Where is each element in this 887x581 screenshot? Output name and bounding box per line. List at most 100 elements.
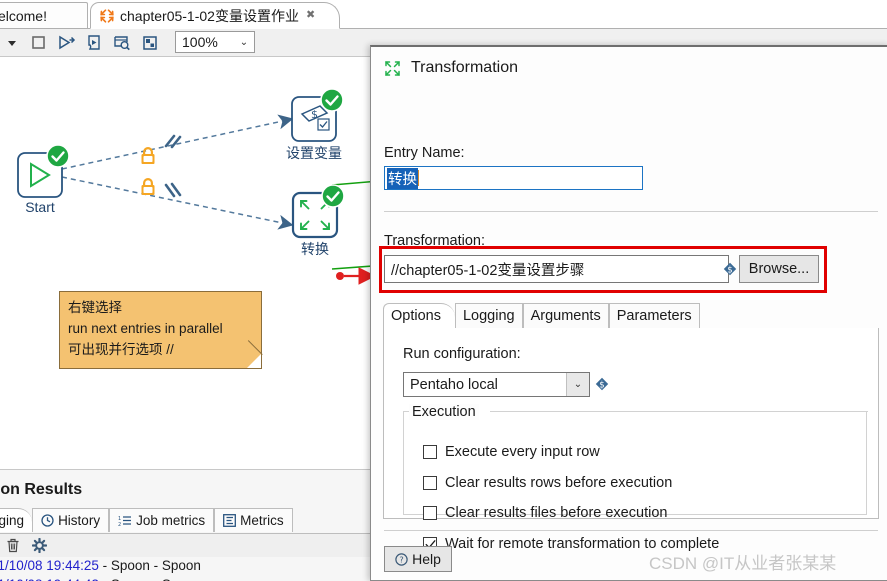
divider — [384, 530, 878, 531]
preview-magnifier-icon[interactable] — [108, 31, 136, 55]
run-configuration-value: Pentaho local — [410, 376, 498, 393]
checkbox-label: Clear results rows before execution — [445, 475, 673, 491]
tab-label: Logging — [462, 308, 515, 324]
app-window: Welcome! chapter05-1-02变量设置作业 ✖ — [0, 0, 887, 581]
zoom-combo[interactable]: 100% ⌄ — [175, 31, 255, 53]
node-start — [17, 144, 70, 198]
pause-script-icon[interactable] — [80, 31, 108, 55]
results-tab-label: History — [58, 513, 101, 528]
log-text: - Spoon - Spoon — [99, 577, 201, 581]
results-tab-logging[interactable]: Logging — [0, 508, 33, 532]
transformation-icon — [385, 60, 400, 76]
entry-name-input[interactable]: 转换 — [384, 166, 643, 190]
browse-button-label: Browse... — [748, 261, 810, 277]
node-label-transformation: 转换 — [301, 241, 329, 257]
watermark: CSDN @IT从业者张某某 — [649, 554, 837, 573]
tab-parameters[interactable]: Parameters — [608, 303, 700, 328]
variable-dollar-icon[interactable]: $ — [723, 262, 737, 281]
chevron-down-icon[interactable]: ⌄ — [566, 373, 589, 396]
tab-label: Parameters — [616, 308, 692, 324]
note-line: run next entries in parallel — [68, 321, 223, 336]
panel-title: ecution Results — [0, 481, 83, 498]
checkbox-execute-every-input-row[interactable]: Execute every input row — [423, 444, 600, 460]
checkbox-label: Execute every input row — [445, 444, 600, 460]
dialog-title: Transformation — [411, 59, 518, 76]
svg-text:?: ? — [399, 554, 403, 564]
dialog-title-bar: Transformation — [384, 59, 518, 77]
text-caret — [418, 170, 419, 186]
entry-name-value: 转换 — [387, 167, 418, 189]
job-tab-icon — [100, 8, 114, 23]
canvas-note[interactable]: 右键选择 run next entries in parallel 可出现并行选… — [59, 291, 263, 369]
log-row: 21/10/08 19:44:25 - Spoon - Spoon — [0, 558, 201, 573]
job-metrics-icon: 1 2 — [118, 514, 132, 527]
results-tab-label: Metrics — [240, 513, 284, 528]
zoom-value: 100% — [182, 34, 218, 50]
checkbox-box[interactable] — [423, 445, 437, 459]
transformation-dialog[interactable]: Transformation Entry Name: 转换 Transforma… — [370, 45, 887, 581]
results-tab-job-metrics[interactable]: 1 2 Job metrics — [109, 508, 215, 532]
results-tab-history[interactable]: History — [32, 508, 110, 532]
node-transformation — [291, 184, 345, 239]
help-button[interactable]: ? Help — [384, 546, 452, 572]
tab-options[interactable]: Options — [383, 303, 455, 328]
results-tabstrip: Logging History 1 2 — [0, 508, 293, 532]
trash-icon[interactable] — [0, 536, 26, 556]
results-tab-metrics[interactable]: Metrics — [214, 508, 293, 532]
svg-text:$: $ — [599, 380, 604, 390]
dialog-tabstrip: Options Logging Arguments Parameters — [383, 303, 700, 328]
checkbox-clear-results-files[interactable]: Clear results files before execution — [423, 505, 667, 521]
transformation-label: Transformation: — [384, 233, 485, 249]
close-icon[interactable]: ✖ — [306, 10, 315, 21]
results-tab-label: Logging — [0, 513, 25, 528]
node-set-variable: $ — [291, 88, 344, 142]
log-row: 21/10/08 19:44:42 - Spoon - Spoon — [0, 577, 201, 581]
note-fold-corner — [247, 354, 261, 368]
checkbox-label: Clear results files before execution — [445, 505, 668, 521]
svg-text:$: $ — [727, 265, 732, 275]
tab-label: Options — [391, 308, 441, 324]
checkbox-box[interactable] — [423, 506, 437, 520]
editor-tab-job[interactable]: chapter05-1-02变量设置作业 ✖ — [90, 2, 340, 29]
execution-group — [403, 411, 868, 515]
editor-tabstrip: Welcome! chapter05-1-02变量设置作业 ✖ — [0, 0, 392, 29]
checkbox-clear-results-rows[interactable]: Clear results rows before execution — [423, 475, 672, 491]
execution-group-title: Execution — [409, 404, 479, 420]
help-button-label: Help — [412, 551, 441, 567]
log-text: - Spoon - Spoon — [98, 558, 201, 573]
lock-icon-lower — [141, 178, 155, 195]
note-line: 可出现并行选项 // — [68, 342, 174, 357]
transformation-path-value: //chapter05-1-02变量设置步骤 — [391, 262, 585, 279]
browse-button[interactable]: Browse... — [739, 255, 819, 283]
editor-tab-label: Welcome! — [0, 8, 47, 24]
results-tab-label: Job metrics — [136, 513, 206, 528]
note-line: 右键选择 — [68, 300, 122, 315]
run-play-icon[interactable] — [52, 31, 80, 55]
run-configuration-select[interactable]: Pentaho local ⌄ — [403, 372, 590, 397]
tab-arguments[interactable]: Arguments — [522, 303, 609, 328]
debug-squares-icon[interactable] — [136, 31, 164, 55]
results-toolbar — [0, 533, 375, 557]
node-label-start: Start — [25, 199, 55, 215]
divider — [384, 211, 878, 212]
group-border-right — [490, 411, 868, 412]
stop-square-icon[interactable] — [24, 31, 52, 55]
node-label-set-variable: 设置变量 — [286, 145, 342, 161]
log-timestamp: 21/10/08 19:44:25 — [0, 558, 99, 573]
svg-text:$: $ — [311, 108, 318, 121]
caret-down-icon[interactable] — [0, 31, 24, 55]
transformation-path-input[interactable]: //chapter05-1-02变量设置步骤 — [384, 255, 729, 283]
checkbox-box[interactable] — [423, 476, 437, 490]
help-question-icon: ? — [395, 552, 408, 566]
history-clock-icon — [41, 514, 54, 527]
editor-tab-welcome[interactable]: Welcome! — [0, 2, 88, 29]
tab-label: Arguments — [530, 308, 601, 324]
gear-icon[interactable] — [26, 536, 52, 556]
run-configuration-label: Run configuration: — [403, 346, 521, 362]
chevron-down-icon[interactable]: ⌄ — [234, 37, 254, 48]
editor-tab-label: chapter05-1-02变量设置作业 — [120, 7, 299, 24]
variable-dollar-icon[interactable]: $ — [595, 377, 609, 396]
entry-name-label: Entry Name: — [384, 145, 465, 161]
tab-logging[interactable]: Logging — [454, 303, 523, 328]
svg-text:2: 2 — [118, 522, 121, 527]
